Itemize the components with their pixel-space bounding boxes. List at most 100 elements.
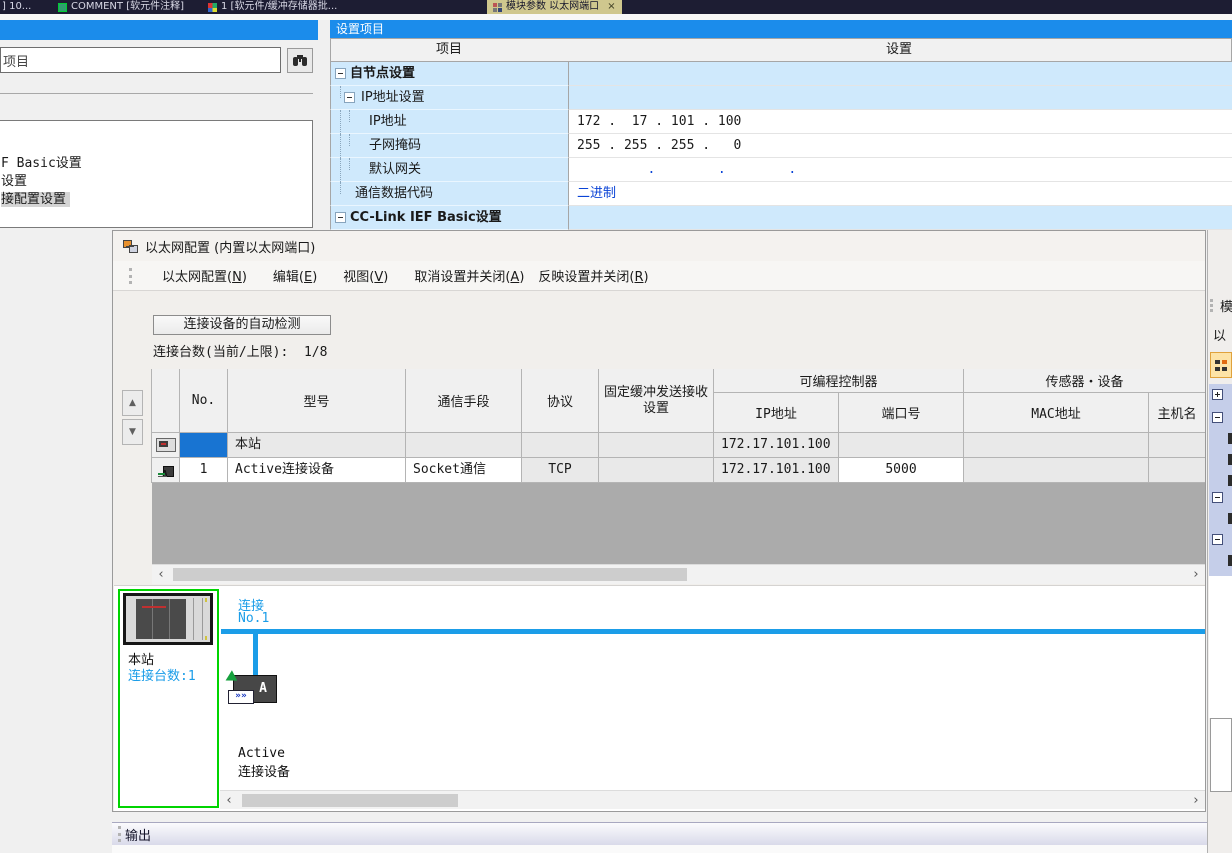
device-label: 连接设备 bbox=[238, 761, 290, 780]
tree-item-partial[interactable] bbox=[1228, 454, 1232, 465]
cell-fixed-buffer[interactable] bbox=[599, 433, 714, 458]
active-device-node[interactable]: A »» bbox=[233, 675, 277, 703]
green-arrow-icon bbox=[226, 670, 241, 685]
station-count-label: 连接台数:1 bbox=[128, 665, 196, 684]
menu-ethernet-config[interactable]: 以太网配置(N) bbox=[162, 266, 247, 285]
collapse-minus-icon[interactable] bbox=[335, 68, 346, 79]
active-device-icon: A bbox=[158, 463, 174, 477]
dialog-titlebar: 以太网配置 (内置以太网端口) bbox=[113, 231, 1205, 261]
tab-module-parameter-active[interactable]: 模块参数 以太网端口 × bbox=[487, 0, 622, 14]
settings-value-ip[interactable]: 172 . 17 . 101 . 100 bbox=[568, 110, 1232, 134]
settings-value-subnet[interactable]: 255 . 255 . 255 . 0 bbox=[568, 134, 1232, 158]
settings-row-own-node[interactable]: 自节点设置 bbox=[330, 62, 568, 86]
list-item[interactable]: 设置 bbox=[0, 173, 312, 191]
header-model: 型号 bbox=[228, 369, 406, 433]
settings-value[interactable] bbox=[568, 206, 1232, 230]
search-button[interactable] bbox=[287, 48, 313, 73]
ethernet-config-dialog: 以太网配置 (内置以太网端口) 以太网配置(N) 编辑(E) 视图(V) 取消设… bbox=[112, 230, 1206, 812]
menu-view[interactable]: 视图(V) bbox=[343, 266, 388, 285]
cell-host[interactable] bbox=[1149, 433, 1205, 458]
cell-no[interactable]: 1 bbox=[180, 458, 228, 483]
tab-comment[interactable]: COMMENT [软元件注释] bbox=[58, 0, 184, 14]
settings-row-ip-setting[interactable]: IP地址设置 bbox=[330, 86, 568, 110]
cell-model[interactable]: 本站 bbox=[228, 433, 406, 458]
cell-comm[interactable]: Socket通信 bbox=[406, 458, 522, 483]
settings-value[interactable] bbox=[568, 86, 1232, 110]
collapse-minus-icon[interactable] bbox=[335, 212, 346, 223]
plc-image bbox=[123, 593, 213, 645]
host-station-box[interactable]: 本站 连接台数:1 bbox=[118, 589, 219, 808]
cell-protocol[interactable] bbox=[522, 433, 599, 458]
scrollbar-thumb[interactable] bbox=[173, 568, 687, 581]
connection-number-label: No.1 bbox=[238, 611, 269, 626]
device-letter: A bbox=[259, 681, 267, 696]
row-icon-host-station[interactable] bbox=[152, 433, 180, 458]
cell-host[interactable] bbox=[1149, 458, 1205, 483]
auto-detect-button[interactable]: 连接设备的自动检测 bbox=[153, 315, 331, 335]
tree-item-partial[interactable] bbox=[1228, 513, 1232, 524]
settings-row-ip-address[interactable]: IP地址 bbox=[330, 110, 568, 134]
settings-row-default-gateway[interactable]: 默认网关 bbox=[330, 158, 568, 182]
diagram-hscrollbar[interactable]: ‹ › bbox=[220, 790, 1205, 809]
collapse-minus-icon[interactable] bbox=[344, 92, 355, 103]
dialog-menubar: 以太网配置(N) 编辑(E) 视图(V) 取消设置并关闭(A) 反映设置并关闭(… bbox=[113, 261, 1205, 291]
module-list-toolbar-button[interactable] bbox=[1210, 352, 1232, 378]
grid-hscrollbar[interactable]: ‹ › bbox=[152, 564, 1205, 584]
settings-row-comm-data-code[interactable]: 通信数据代码 bbox=[330, 182, 568, 206]
menu-apply-close[interactable]: 反映设置并关闭(R) bbox=[538, 266, 648, 285]
station-grid-icon bbox=[1215, 360, 1227, 371]
cell-fixed-buffer[interactable] bbox=[599, 458, 714, 483]
scrollbar-thumb[interactable] bbox=[242, 794, 458, 807]
list-item[interactable]: F Basic设置 bbox=[0, 155, 312, 173]
output-panel-header[interactable]: 输出 bbox=[112, 822, 1207, 845]
menu-edit[interactable]: 编辑(E) bbox=[273, 266, 317, 285]
tab-truncated[interactable]: ] 10... bbox=[2, 0, 31, 14]
list-item-selected[interactable]: 接配置设置 bbox=[0, 191, 312, 209]
settings-row-subnet-mask[interactable]: 子网掩码 bbox=[330, 134, 568, 158]
collapse-minus-icon[interactable] bbox=[1212, 534, 1223, 545]
cell-mac[interactable] bbox=[964, 433, 1149, 458]
cell-model[interactable]: Active连接设备 bbox=[228, 458, 406, 483]
plc-station-icon bbox=[156, 438, 176, 452]
cell-port[interactable]: 5000 bbox=[839, 458, 964, 483]
cell-mac[interactable] bbox=[964, 458, 1149, 483]
settings-value[interactable] bbox=[568, 62, 1232, 86]
module-list-title: 模 bbox=[1220, 296, 1232, 315]
scroll-right-icon[interactable]: › bbox=[1189, 793, 1203, 808]
settings-row-cclink-basic[interactable]: CC-Link IEF Basic设置 bbox=[330, 206, 568, 230]
scroll-left-icon[interactable]: ‹ bbox=[222, 793, 236, 808]
screen: ] 10... COMMENT [软元件注释] 1 [软元件/缓冲存储器批...… bbox=[0, 0, 1232, 853]
expand-plus-icon[interactable] bbox=[1212, 389, 1223, 400]
header-icon-col bbox=[152, 369, 180, 433]
cell-ip[interactable]: 172.17.101.100 bbox=[714, 458, 839, 483]
binoculars-icon bbox=[292, 54, 308, 67]
close-icon[interactable]: × bbox=[607, 0, 615, 14]
menu-cancel-close[interactable]: 取消设置并关闭(A) bbox=[414, 266, 524, 285]
settings-value-gateway[interactable]: . . . bbox=[568, 158, 1232, 182]
header-no: No. bbox=[180, 369, 228, 433]
output-panel-title: 输出 bbox=[125, 825, 151, 844]
settings-panel-titlebar: 设置项目 bbox=[330, 20, 1232, 38]
cell-no-selected[interactable] bbox=[180, 433, 228, 458]
cell-ip[interactable]: 172.17.101.100 bbox=[714, 433, 839, 458]
module-list-tab[interactable]: 以 bbox=[1213, 325, 1226, 344]
row-icon-active-device[interactable]: A bbox=[152, 458, 180, 483]
cell-port[interactable] bbox=[839, 433, 964, 458]
collapse-minus-icon[interactable] bbox=[1212, 492, 1223, 503]
settings-value-datacode[interactable]: 二进制 bbox=[568, 182, 1232, 206]
header-protocol: 协议 bbox=[522, 369, 599, 433]
row-down-button[interactable]: ▼ bbox=[122, 419, 143, 445]
scroll-left-icon[interactable]: ‹ bbox=[154, 567, 168, 582]
header-fixed-buffer: 固定缓冲发送接收设置 bbox=[599, 369, 714, 433]
tree-item-partial[interactable] bbox=[1228, 555, 1232, 566]
row-up-button[interactable]: ▲ bbox=[122, 390, 143, 416]
collapse-minus-icon[interactable] bbox=[1212, 412, 1223, 423]
tree-item-partial[interactable] bbox=[1228, 433, 1232, 444]
tab-device-buffer[interactable]: 1 [软元件/缓冲存储器批... bbox=[208, 0, 337, 14]
settings-panel-title: 设置项目 bbox=[336, 22, 384, 36]
cell-comm[interactable] bbox=[406, 433, 522, 458]
scroll-right-icon[interactable]: › bbox=[1189, 567, 1203, 582]
search-input[interactable] bbox=[0, 47, 281, 73]
cell-protocol[interactable]: TCP bbox=[522, 458, 599, 483]
tree-item-partial[interactable] bbox=[1228, 475, 1232, 486]
